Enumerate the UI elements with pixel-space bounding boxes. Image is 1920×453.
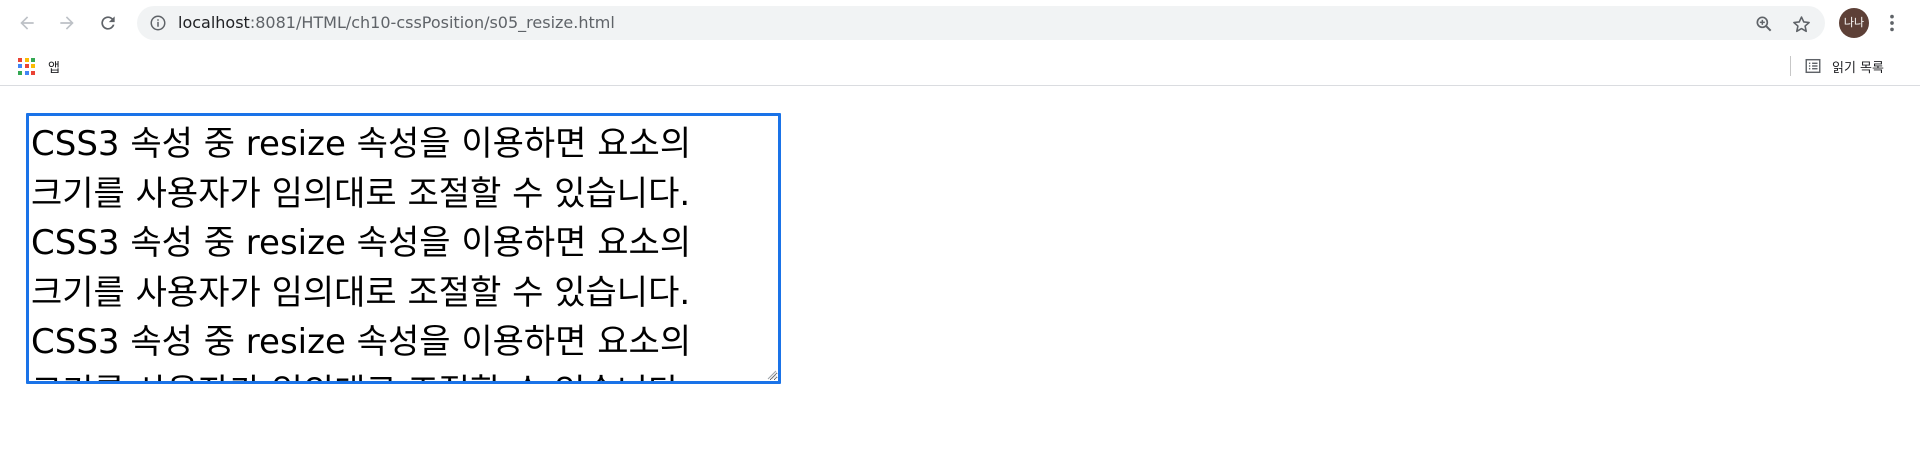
- resize-handle-icon[interactable]: [765, 368, 777, 380]
- back-arrow-icon: [20, 16, 34, 30]
- resizable-text-box[interactable]: CSS3 속성 중 resize 속성을 이용하면 요소의 크기를 사용자가 임…: [26, 113, 781, 384]
- browser-toolbar: localhost:8081/HTML/ch10-cssPosition/s05…: [0, 0, 1920, 46]
- zoom-button[interactable]: [1753, 13, 1775, 35]
- kebab-menu-icon: [1890, 14, 1894, 32]
- forward-arrow-icon: [60, 16, 74, 30]
- address-bar[interactable]: localhost:8081/HTML/ch10-cssPosition/s05…: [137, 6, 1825, 40]
- apps-shortcut[interactable]: 앱: [18, 55, 60, 77]
- page-content: CSS3 속성 중 resize 속성을 이용하면 요소의 크기를 사용자가 임…: [0, 87, 1920, 453]
- browser-menu-button[interactable]: [1880, 9, 1904, 37]
- url-text[interactable]: localhost:8081/HTML/ch10-cssPosition/s05…: [178, 6, 615, 40]
- back-button[interactable]: [12, 8, 42, 38]
- reload-icon: [101, 16, 115, 30]
- apps-grid-icon: [18, 57, 35, 75]
- bookmarks-divider: [1790, 56, 1791, 76]
- zoom-icon: [1756, 16, 1772, 32]
- profile-avatar[interactable]: 나나: [1839, 8, 1869, 38]
- forward-button[interactable]: [52, 8, 82, 38]
- resize-box-text: CSS3 속성 중 resize 속성을 이용하면 요소의 크기를 사용자가 임…: [31, 124, 692, 381]
- bookmarks-bar: 앱 읽기 목록: [0, 46, 1920, 86]
- url-host: localhost: [178, 13, 250, 32]
- reading-list-icon: [1805, 58, 1821, 74]
- reading-list-label: 읽기 목록: [1832, 60, 1884, 76]
- url-path: :8081/HTML/ch10-cssPosition/s05_resize.h…: [249, 13, 615, 32]
- reading-list-button[interactable]: 읽기 목록: [1790, 54, 1884, 78]
- info-icon[interactable]: [149, 14, 167, 32]
- apps-label: 앱: [48, 60, 60, 76]
- star-icon: [1792, 15, 1810, 32]
- bookmark-star-button[interactable]: [1790, 13, 1812, 35]
- reload-button[interactable]: [93, 8, 123, 38]
